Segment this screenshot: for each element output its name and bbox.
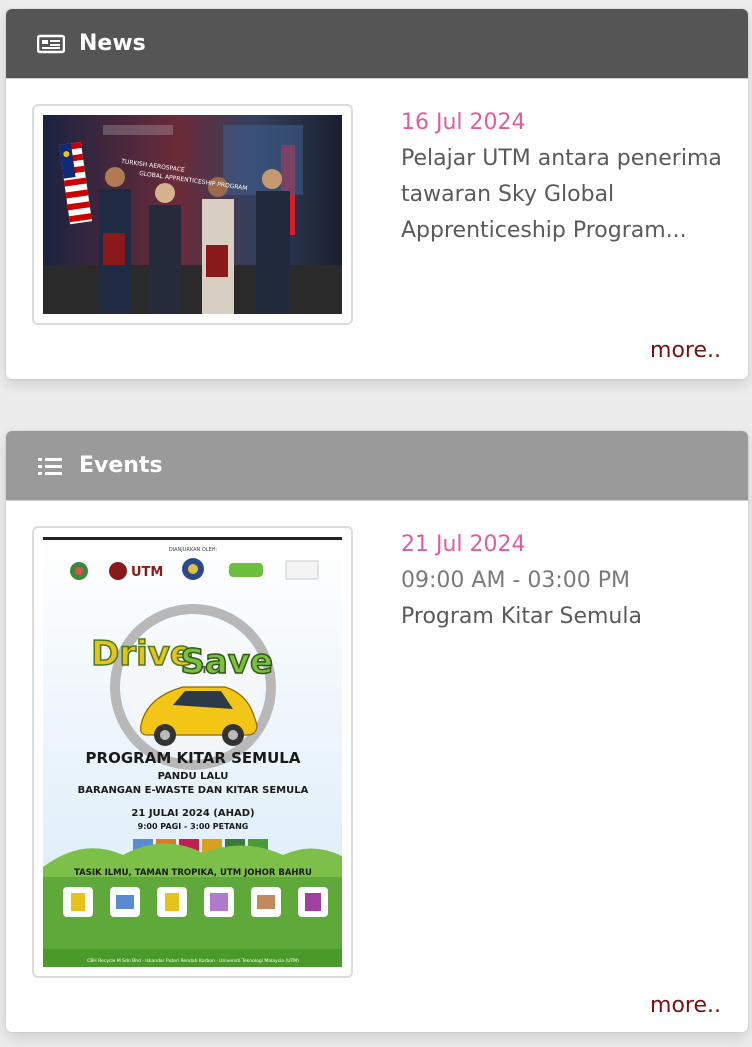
poster-heading: PROGRAM KITAR SEMULA: [86, 749, 301, 767]
event-date: 21 Jul 2024: [401, 532, 526, 557]
event-poster-image: DIANJURKAN OLEH: UTM Drive To Save PROGR…: [43, 537, 342, 967]
poster-line1: PANDU LALU: [158, 771, 229, 782]
poster-save: Save: [180, 642, 273, 682]
poster-drive: Drive: [91, 634, 193, 674]
event-time: 09:00 AM - 03:00 PM: [401, 568, 630, 593]
news-headline-link[interactable]: Pelajar UTM antara penerima tawaran Sky …: [401, 141, 728, 249]
poster-organiser: DIANJURKAN OLEH:: [169, 547, 218, 553]
newspaper-icon: [36, 33, 66, 55]
poster-venue: TASIK ILMU, TAMAN TROPIKA, UTM JOHOR BAH…: [74, 868, 312, 878]
news-photo: TURKISH AEROSPACE GLOBAL APPRENTICESHIP …: [43, 115, 342, 314]
poster-line2: BARANGAN E-WASTE DAN KITAR SEMULA: [78, 785, 309, 796]
events-panel: Events DIANJURKAN OLEH: UTM Drive To Sav…: [6, 431, 748, 1032]
events-more-link[interactable]: more..: [650, 993, 721, 1018]
news-header: News: [6, 9, 748, 79]
news-more-link[interactable]: more..: [650, 338, 721, 363]
event-title-link[interactable]: Program Kitar Semula: [401, 599, 728, 635]
poster-date: 21 JULAI 2024 (AHAD): [131, 808, 254, 819]
news-image[interactable]: TURKISH AEROSPACE GLOBAL APPRENTICESHIP …: [32, 104, 353, 325]
events-header: Events: [6, 431, 748, 501]
poster-footer: CBH Recycle M Sdn Bhd · Iskandar Puteri …: [87, 958, 299, 964]
list-icon: [37, 455, 65, 477]
news-panel: News TURKISH AEROSPACE GLOBAL APPRENTICE…: [6, 9, 748, 379]
events-title: Events: [79, 453, 163, 478]
event-info: 21 Jul 2024 09:00 AM - 03:00 PM Program …: [401, 527, 728, 635]
event-poster[interactable]: DIANJURKAN OLEH: UTM Drive To Save PROGR…: [32, 526, 353, 978]
poster-time: 9:00 PAGI - 3:00 PETANG: [138, 822, 249, 831]
news-info: 16 Jul 2024 Pelajar UTM antara penerima …: [401, 105, 728, 249]
news-title: News: [79, 31, 146, 56]
poster-brand: UTM: [131, 565, 163, 580]
news-date: 16 Jul 2024: [401, 110, 526, 135]
